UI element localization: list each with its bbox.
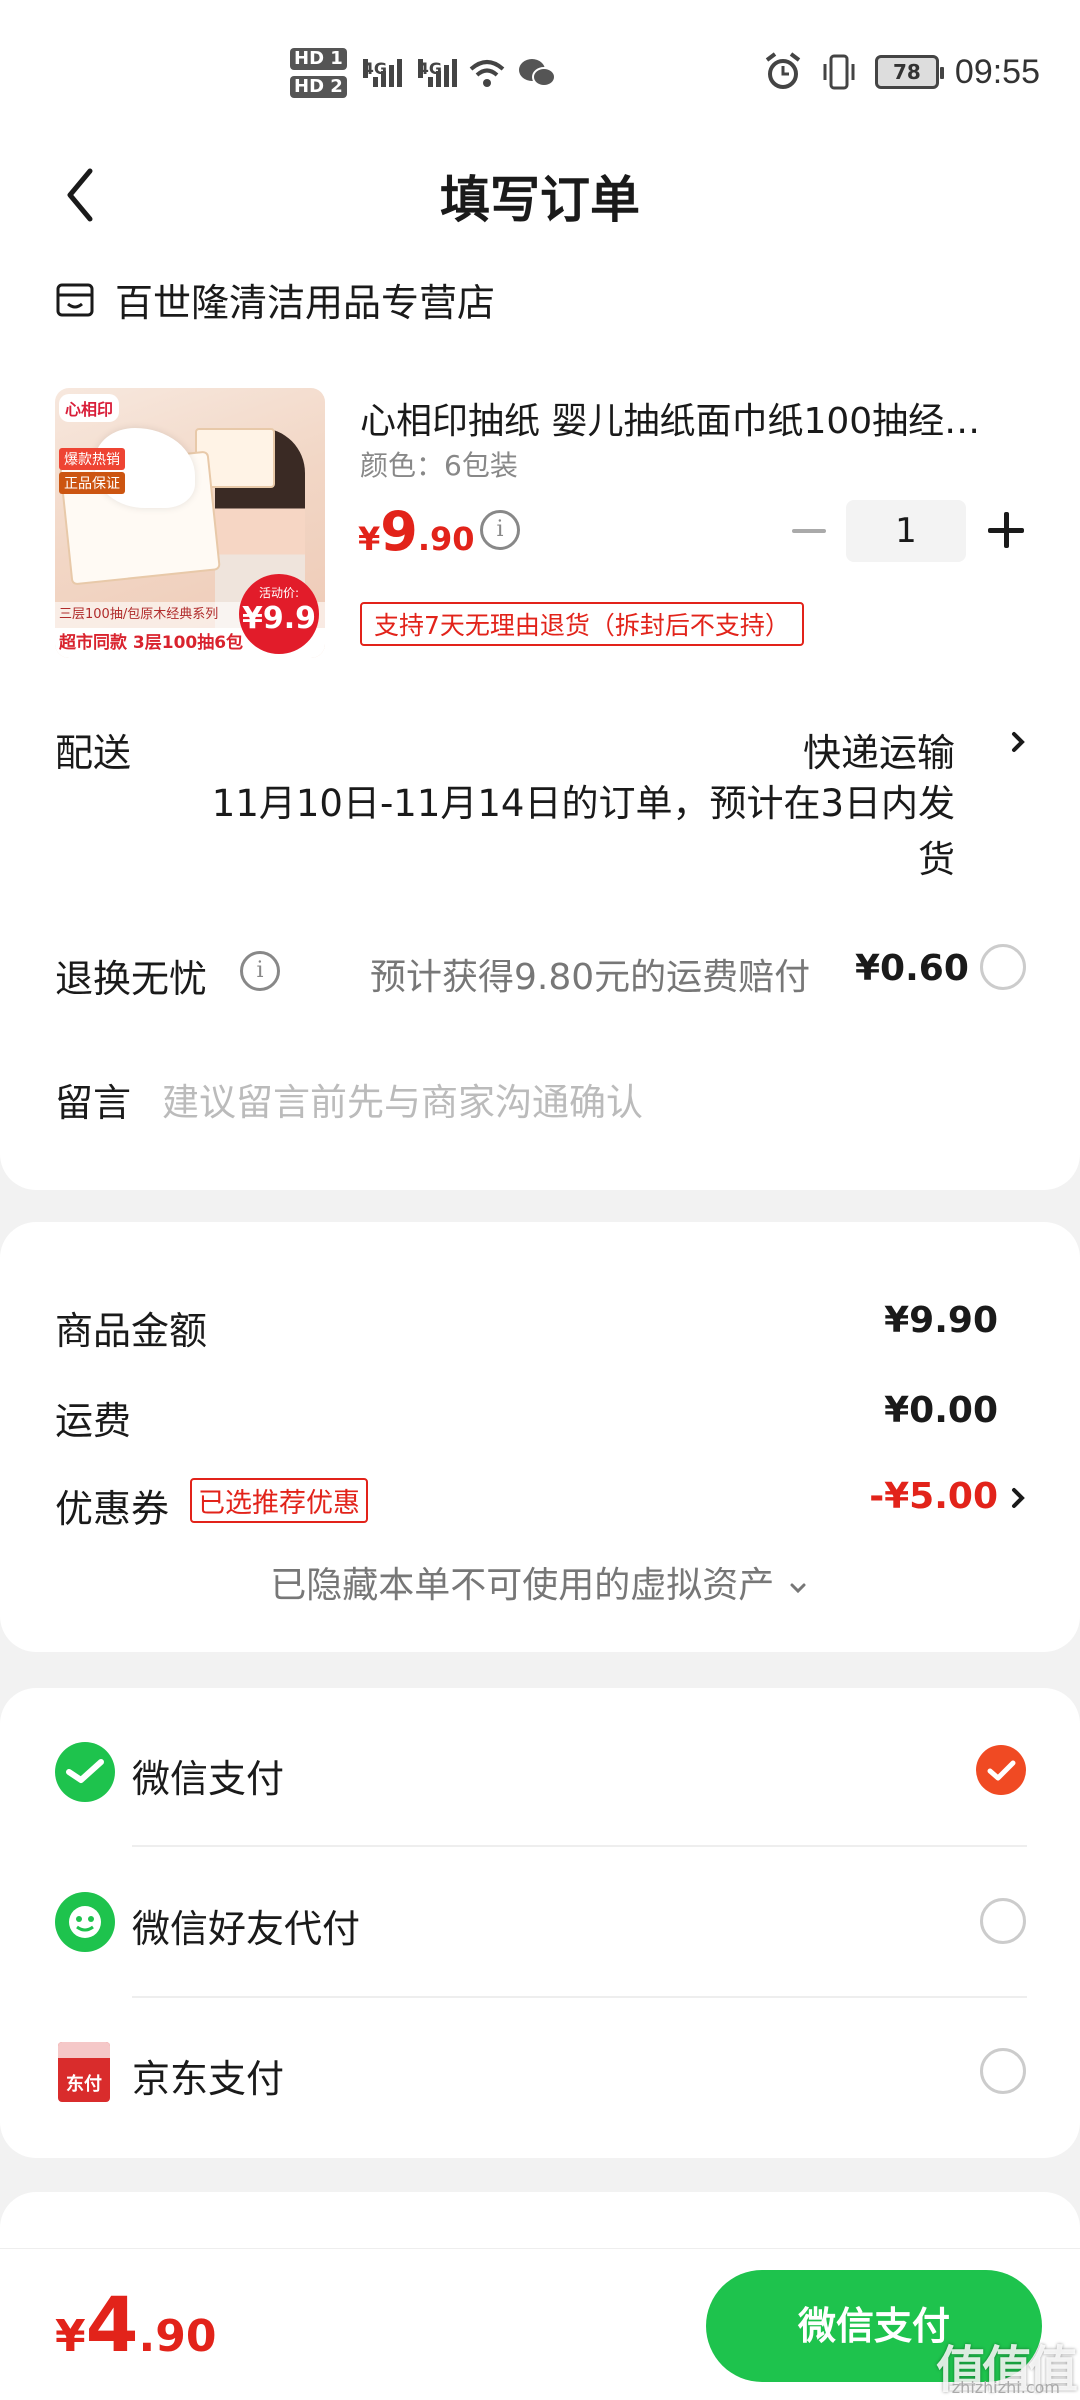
- product-image[interactable]: 心相印 爆款热销 正品保证 三层100抽/包原木经典系列 超市同款 3层100抽…: [55, 388, 325, 658]
- delivery-note: 11月10日-11月14日的订单，预计在3日内发货: [211, 782, 955, 881]
- worry-free-description: 预计获得9.80元的运费赔付: [370, 957, 811, 998]
- wechat-notification-icon: [518, 59, 556, 87]
- total-symbol: ¥: [55, 2311, 86, 2362]
- signal-bar: [427, 77, 433, 87]
- clock: 09:55: [954, 52, 1040, 91]
- wechat-friend-pay-icon: [55, 1892, 115, 1952]
- product-title[interactable]: 心相印抽纸 婴儿抽纸面巾纸100抽经…: [360, 392, 1030, 444]
- payment-radio-jd[interactable]: [980, 2048, 1026, 2094]
- order-page: HD 1 HD 2 4G 4G 78 09:55 填写订单 百世隆清洁用品专营店…: [0, 0, 1080, 2400]
- hidden-assets-text: 已隐藏本单不可使用的虚拟资产: [270, 1565, 775, 1606]
- hd1-icon: HD 1: [290, 48, 347, 70]
- coupon-badge: 已选推荐优惠: [190, 1478, 368, 1523]
- price-info-icon[interactable]: i: [480, 510, 520, 550]
- status-left: HD 1 HD 2 4G 4G: [290, 48, 557, 98]
- total-decimal: .90: [138, 2311, 217, 2362]
- chevron-right-icon[interactable]: [1004, 722, 1034, 762]
- page-title: 填写订单: [440, 171, 640, 229]
- goods-amount-label: 商品金额: [55, 1309, 208, 1353]
- signal-bar: [380, 71, 386, 87]
- worry-free-label: 退换无忧: [55, 957, 208, 1001]
- worry-free-info-icon[interactable]: i: [240, 951, 280, 991]
- quantity-increase-button[interactable]: [988, 510, 1028, 550]
- wechat-pay-icon: [55, 1742, 115, 1802]
- signal-bar: [435, 71, 441, 87]
- signal2-icon: 4G: [417, 59, 457, 87]
- net2-label: 4G: [417, 59, 443, 78]
- status-right: 78 09:55: [760, 52, 1080, 92]
- image-price-value: ¥9.9: [241, 601, 317, 636]
- wifi-icon: [469, 60, 505, 87]
- signal-bar: [372, 77, 378, 87]
- shipping-value: ¥0.00: [884, 1390, 998, 1431]
- return-policy-badge: 支持7天无理由退货（拆封后不支持）: [360, 602, 804, 646]
- signal-bar: [443, 65, 449, 87]
- message-input[interactable]: 建议留言前先与商家沟通确认: [162, 1072, 643, 1126]
- hd2-icon: HD 2: [290, 76, 347, 98]
- signal-bar: [451, 59, 457, 87]
- coupon-label: 优惠券: [55, 1487, 170, 1531]
- net1-label: 4G: [362, 59, 388, 78]
- divider: [132, 1996, 1027, 1998]
- battery-icon: 78: [874, 55, 944, 89]
- image-tag: 爆款热销: [59, 448, 125, 470]
- worry-free-radio[interactable]: [980, 944, 1026, 990]
- payment-radio-friend[interactable]: [980, 1898, 1026, 1944]
- image-tag: 正品保证: [59, 472, 125, 494]
- price-integer: 9: [380, 500, 418, 563]
- price-symbol: ¥: [358, 520, 381, 558]
- message-label: 留言: [55, 1081, 132, 1125]
- worry-free-price: ¥0.60: [855, 948, 969, 989]
- shop-row[interactable]: 百世隆清洁用品专营店: [55, 272, 495, 327]
- checkmark-icon: [987, 1760, 1016, 1781]
- signal-bar: [388, 65, 394, 87]
- chevron-right-icon[interactable]: [1004, 1478, 1034, 1518]
- quantity-input[interactable]: 1: [846, 500, 966, 562]
- payment-radio-wechat[interactable]: [976, 1745, 1026, 1795]
- image-price-label: 活动价:: [258, 586, 300, 600]
- jd-icon-text: 东付: [66, 2074, 102, 2095]
- divider: [132, 1845, 1027, 1847]
- quantity-decrease-button[interactable]: [790, 505, 830, 555]
- status-bar: HD 1 HD 2 4G 4G 78 09:55: [0, 0, 1080, 140]
- jd-icon-band: [58, 2042, 110, 2058]
- chevron-down-icon: [790, 1583, 806, 1594]
- delivery-label: 配送: [55, 731, 132, 775]
- shipping-label: 运费: [55, 1399, 132, 1443]
- shop-name: 百世隆清洁用品专营店: [115, 281, 496, 325]
- payment-option-friend[interactable]: 微信好友代付: [132, 1898, 360, 1953]
- total-integer: 4: [85, 2280, 139, 2369]
- vibrate-icon: [823, 54, 855, 90]
- jd-pay-icon: 东付: [58, 2042, 110, 2102]
- signal1-icon: 4G: [362, 59, 402, 87]
- product-spec: 颜色：6包装: [360, 449, 518, 482]
- goods-amount-value: ¥9.90: [884, 1300, 998, 1341]
- hd-indicators: HD 1 HD 2: [290, 48, 347, 98]
- payment-option-wechat[interactable]: 微信支付: [132, 1748, 284, 1803]
- product-price: ¥ 9 .90: [358, 500, 475, 563]
- delivery-method[interactable]: 快递运输: [803, 722, 955, 777]
- total-price: ¥ 4 .90: [55, 2280, 216, 2369]
- brand-logo: 心相印: [59, 394, 120, 422]
- image-price-badge: 活动价: ¥9.9: [239, 574, 319, 654]
- payment-option-jd[interactable]: 京东支付: [132, 2048, 284, 2103]
- alarm-icon: [765, 52, 801, 89]
- store-icon: [56, 283, 94, 316]
- hidden-assets-toggle[interactable]: 已隐藏本单不可使用的虚拟资产: [0, 1556, 1080, 1608]
- coupon-value[interactable]: -¥5.00: [869, 1476, 998, 1517]
- signal-bar: [396, 59, 402, 87]
- watermark-url: zhizhizhi.com: [951, 2378, 1060, 2397]
- price-decimal: .90: [417, 520, 475, 558]
